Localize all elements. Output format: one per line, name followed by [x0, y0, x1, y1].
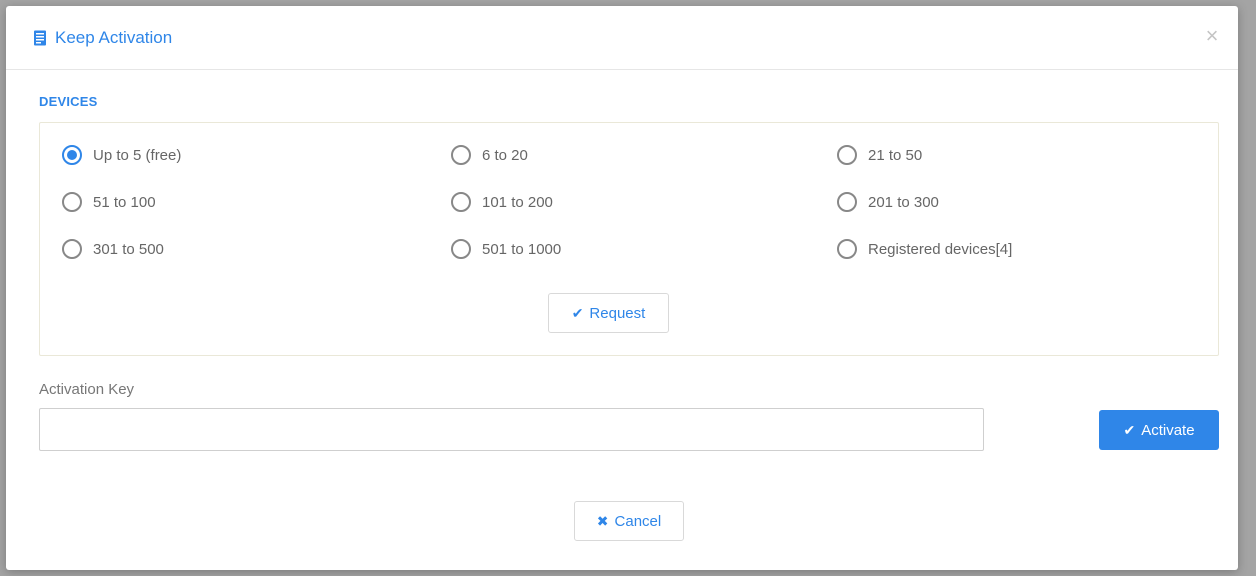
- radio-label: Up to 5 (free): [93, 146, 182, 164]
- devices-section-label: DEVICES: [39, 94, 98, 109]
- request-button[interactable]: ✔ Request: [548, 293, 669, 333]
- cancel-button[interactable]: ✖ Cancel: [574, 501, 684, 541]
- radio-button[interactable]: [451, 145, 471, 165]
- radio-option-51-to-100[interactable]: 51 to 100: [62, 192, 451, 212]
- modal-header: Keep Activation ×: [6, 6, 1238, 70]
- radio-label: 51 to 100: [93, 193, 156, 211]
- activation-key-label: Activation Key: [39, 381, 135, 398]
- check-icon: ✔: [1123, 421, 1136, 438]
- radio-row: 301 to 500 501 to 1000 Registered device…: [62, 239, 1202, 279]
- radio-option-201-to-300[interactable]: 201 to 300: [837, 192, 939, 212]
- check-icon: ✔: [571, 304, 584, 321]
- radio-button[interactable]: [451, 192, 471, 212]
- radio-row: 51 to 100 101 to 200 201 to 300: [62, 192, 1202, 239]
- activate-button[interactable]: ✔ Activate: [1099, 410, 1219, 450]
- cancel-button-label: Cancel: [614, 512, 662, 530]
- document-icon: [33, 30, 47, 46]
- radio-button[interactable]: [451, 239, 471, 259]
- devices-box: Up to 5 (free) 6 to 20 21 to 50 51 to 10…: [39, 122, 1219, 356]
- device-radio-group: Up to 5 (free) 6 to 20 21 to 50 51 to 10…: [62, 145, 1202, 279]
- close-icon[interactable]: ×: [1202, 25, 1222, 47]
- radio-button-checked[interactable]: [62, 145, 82, 165]
- radio-option-501-to-1000[interactable]: 501 to 1000: [451, 239, 837, 259]
- radio-button[interactable]: [837, 145, 857, 165]
- radio-option-101-to-200[interactable]: 101 to 200: [451, 192, 837, 212]
- radio-label: 101 to 200: [482, 193, 553, 211]
- radio-option-6-to-20[interactable]: 6 to 20: [451, 145, 837, 165]
- radio-button[interactable]: [62, 239, 82, 259]
- modal-title-text: Keep Activation: [55, 27, 173, 47]
- radio-label: Registered devices[4]: [868, 240, 1013, 258]
- radio-button[interactable]: [837, 192, 857, 212]
- radio-option-301-to-500[interactable]: 301 to 500: [62, 239, 451, 259]
- activation-key-input[interactable]: [39, 408, 984, 451]
- radio-label: 501 to 1000: [482, 240, 562, 258]
- radio-option-up-to-5[interactable]: Up to 5 (free): [62, 145, 451, 165]
- radio-label: 301 to 500: [93, 240, 164, 258]
- radio-label: 21 to 50: [868, 146, 923, 164]
- radio-option-21-to-50[interactable]: 21 to 50: [837, 145, 922, 165]
- radio-button[interactable]: [837, 239, 857, 259]
- modal-title: Keep Activation: [33, 28, 172, 48]
- radio-label: 201 to 300: [868, 193, 939, 211]
- keep-activation-dialog: Keep Activation × DEVICES Up to 5 (free)…: [6, 6, 1238, 570]
- activate-button-label: Activate: [1141, 421, 1195, 439]
- radio-button[interactable]: [62, 192, 82, 212]
- radio-row: Up to 5 (free) 6 to 20 21 to 50: [62, 145, 1202, 192]
- x-icon: ✖: [596, 512, 609, 529]
- radio-option-registered-devices[interactable]: Registered devices[4]: [837, 239, 1012, 259]
- request-button-label: Request: [589, 304, 646, 322]
- radio-label: 6 to 20: [482, 146, 528, 164]
